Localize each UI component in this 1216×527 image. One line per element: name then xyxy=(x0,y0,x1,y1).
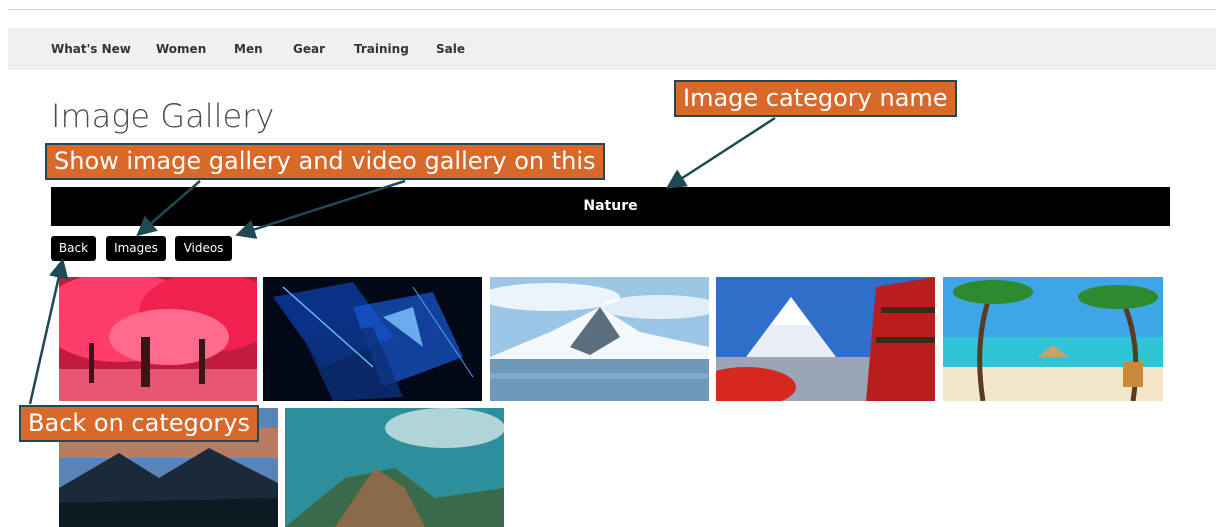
nav-item-women[interactable]: Women xyxy=(156,28,206,70)
nav-item-training[interactable]: Training xyxy=(354,28,409,70)
gallery-image-tropical-beach-palms[interactable] xyxy=(943,277,1163,401)
back-button[interactable]: Back xyxy=(51,236,96,261)
gallery-image-mountain-ridge-sky[interactable] xyxy=(285,408,504,527)
callout-category-name: Image category name xyxy=(674,80,957,117)
top-divider xyxy=(8,9,1216,10)
videos-button[interactable]: Videos xyxy=(175,236,232,261)
gallery-image-blue-abstract-glass[interactable] xyxy=(263,277,482,401)
gallery-image-mount-fuji-pagoda[interactable] xyxy=(716,277,935,401)
callout-back: Back on categorys xyxy=(19,405,259,442)
callout-gallery-switch: Show image gallery and video gallery on … xyxy=(45,143,605,180)
gallery-image-pink-blossom-trees[interactable] xyxy=(59,277,257,401)
page-title: Image Gallery xyxy=(51,97,275,135)
category-header: Nature xyxy=(51,187,1170,226)
nav-item-sale[interactable]: Sale xyxy=(436,28,465,70)
category-name: Nature xyxy=(583,198,638,214)
gallery-image-snowy-mountain-lake[interactable] xyxy=(490,277,709,401)
nav-item-men[interactable]: Men xyxy=(234,28,263,70)
images-button[interactable]: Images xyxy=(106,236,166,261)
main-navigation: What's New Women Men Gear Training Sale xyxy=(8,28,1216,70)
nav-item-gear[interactable]: Gear xyxy=(293,28,325,70)
nav-item-whats-new[interactable]: What's New xyxy=(51,28,131,70)
